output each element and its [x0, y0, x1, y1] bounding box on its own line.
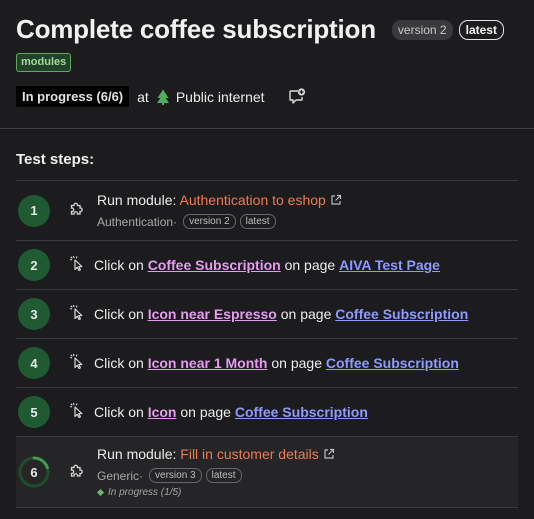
- step-middle: on page: [176, 404, 235, 420]
- module-link[interactable]: Authentication to eshop: [180, 192, 326, 208]
- step-body: Click on Coffee Subscription on page AIV…: [94, 257, 440, 273]
- test-step[interactable]: 4 Click on Icon near 1 Month on page Cof…: [16, 339, 518, 388]
- module-version-badge: version 3: [149, 468, 202, 483]
- step-number: 5: [18, 396, 50, 428]
- step-prefix: Click on: [94, 355, 148, 371]
- version-badge[interactable]: version 2: [391, 19, 453, 40]
- step-number: 6: [30, 464, 38, 480]
- step-body: Run module: Fill in customer details Gen…: [96, 446, 335, 498]
- modules-tag[interactable]: modules: [16, 53, 72, 72]
- step-middle: on page: [276, 306, 336, 322]
- title-row: Complete coffee subscription version 2 l…: [16, 14, 534, 45]
- step-body: Click on Icon on page Coffee Subscriptio…: [94, 404, 368, 420]
- module-link[interactable]: Fill in customer details: [180, 446, 319, 462]
- pointer-click-icon: [69, 255, 85, 276]
- puzzle-icon: [69, 200, 85, 221]
- page-link[interactable]: Coffee Subscription: [326, 355, 459, 371]
- puzzle-icon: [69, 462, 85, 483]
- element-link[interactable]: Icon: [148, 404, 177, 420]
- step-prefix: Click on: [94, 257, 148, 273]
- page-title: Complete coffee subscription: [16, 14, 376, 44]
- step-progress-ring: 6: [18, 456, 50, 488]
- pointer-click-icon: [69, 353, 85, 374]
- module-group: Generic: [97, 468, 140, 483]
- page-link[interactable]: AIVA Test Page: [339, 257, 440, 273]
- add-comment-icon[interactable]: [288, 88, 306, 105]
- test-step[interactable]: 6 Run module: Fill in customer details G…: [16, 437, 518, 508]
- element-link[interactable]: Coffee Subscription: [148, 257, 281, 273]
- module-latest-badge: latest: [239, 214, 276, 229]
- progress-diamond-icon: [96, 488, 105, 497]
- latest-badge: latest: [458, 19, 504, 40]
- step-body: Run module: Authentication to eshop Auth…: [97, 192, 342, 229]
- module-group: Authentication: [97, 214, 174, 229]
- element-link[interactable]: Icon near 1 Month: [148, 355, 268, 371]
- test-step[interactable]: 5 Click on Icon on page Coffee Subscript…: [16, 388, 518, 437]
- page-header: Complete coffee subscription version 2 l…: [16, 14, 534, 107]
- steps-title: Test steps:: [16, 151, 95, 168]
- step-prefix: Run module:: [97, 446, 181, 462]
- pointer-click-icon: [69, 304, 85, 325]
- step-middle: on page: [267, 355, 326, 371]
- status-badge: In progress (6/6): [16, 86, 130, 107]
- external-link-icon[interactable]: [330, 193, 342, 209]
- external-link-icon[interactable]: [323, 447, 335, 463]
- module-version-badge: version 2: [183, 214, 236, 229]
- status-at-label: at: [137, 88, 149, 105]
- tree-icon: [155, 89, 171, 105]
- step-number: 1: [18, 194, 50, 227]
- header-divider: [0, 128, 534, 129]
- test-step[interactable]: 2 Click on Coffee Subscription on page A…: [16, 241, 518, 290]
- page-link[interactable]: Coffee Subscription: [335, 306, 468, 322]
- step-middle: on page: [280, 257, 340, 273]
- step-body: Click on Icon near 1 Month on page Coffe…: [94, 355, 459, 371]
- element-link[interactable]: Icon near Espresso: [148, 306, 277, 322]
- step-number: 3: [18, 298, 50, 330]
- step-prefix: Click on: [94, 404, 148, 420]
- status-row: In progress (6/6) at Public internet: [16, 86, 534, 107]
- test-step[interactable]: 1 Run module: Authentication to eshop Au…: [16, 181, 518, 241]
- step-number: 4: [18, 347, 50, 379]
- module-latest-badge: latest: [205, 468, 242, 483]
- test-steps-list: 1 Run module: Authentication to eshop Au…: [16, 180, 518, 508]
- step-prefix: Run module:: [97, 192, 180, 208]
- module-progress: In progress (1/5): [108, 487, 182, 498]
- environment-name[interactable]: Public internet: [176, 89, 265, 105]
- step-prefix: Click on: [94, 306, 148, 322]
- page-link[interactable]: Coffee Subscription: [235, 404, 368, 420]
- step-body: Click on Icon near Espresso on page Coff…: [94, 306, 468, 322]
- step-number: 2: [18, 249, 50, 281]
- pointer-click-icon: [69, 402, 85, 423]
- test-step[interactable]: 3 Click on Icon near Espresso on page Co…: [16, 290, 518, 339]
